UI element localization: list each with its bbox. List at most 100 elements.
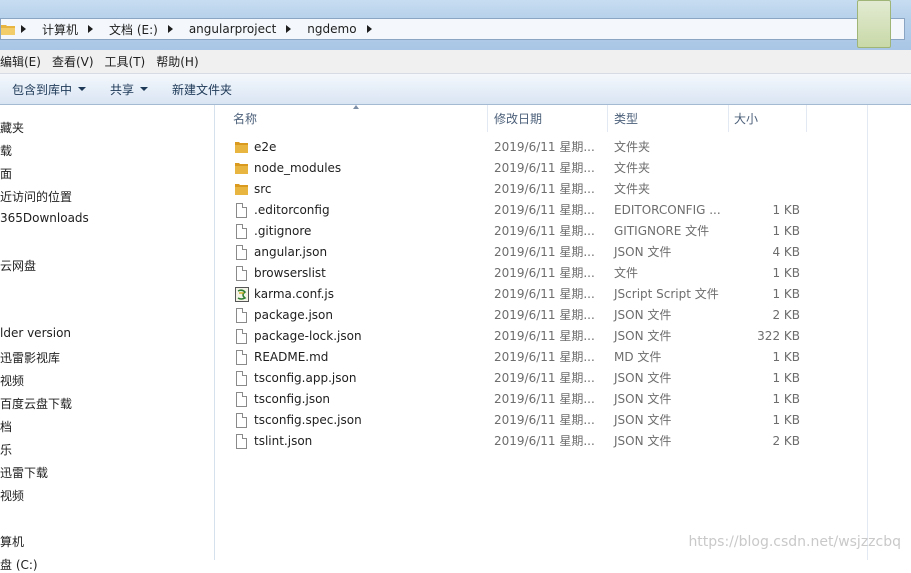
file-type: 文件 (614, 266, 639, 280)
file-list: 名称 修改日期 类型 大小 e2e 2019/6/11 星期... 文件夹 node_… (215, 105, 911, 560)
file-name: tslint.json (254, 434, 313, 448)
file-size (730, 179, 800, 200)
nav-item-documents[interactable]: 档 (0, 418, 12, 435)
file-row[interactable]: package.json 2019/6/11 星期... JSON 文件 2 KB (215, 305, 815, 326)
breadcrumb-separator[interactable] (361, 19, 384, 39)
file-row[interactable]: tslint.json 2019/6/11 星期... JSON 文件 2 KB (215, 431, 815, 452)
file-type: JSON 文件 (614, 392, 672, 406)
nav-item-365downloads[interactable]: 365Downloads (0, 211, 89, 225)
nav-item-drive-c[interactable]: 盘 (C:) (0, 556, 38, 573)
breadcrumb-computer[interactable]: 计算机 (38, 19, 82, 39)
file-icon (236, 413, 247, 428)
folder-icon (235, 141, 248, 156)
nav-item-videos[interactable]: 视频 (0, 487, 24, 504)
breadcrumb-separator[interactable] (82, 19, 105, 39)
column-divider[interactable] (487, 105, 488, 132)
file-date: 2019/6/11 星期... (494, 413, 595, 427)
file-date: 2019/6/11 星期... (494, 140, 595, 154)
folder-icon (235, 162, 248, 177)
file-date: 2019/6/11 星期... (494, 350, 595, 364)
file-size: 1 KB (772, 392, 800, 406)
file-date: 2019/6/11 星期... (494, 308, 595, 322)
include-in-library-button[interactable]: 包含到库中 (0, 74, 98, 104)
breadcrumb-drive-e[interactable]: 文档 (E:) (105, 19, 162, 39)
column-divider[interactable] (607, 105, 608, 132)
file-row[interactable]: .editorconfig 2019/6/11 星期... EDITORCONFIG… (215, 200, 815, 221)
dropdown-arrow-icon (140, 87, 149, 91)
folder-icon (1, 23, 15, 35)
file-date: 2019/6/11 星期... (494, 182, 595, 196)
column-header-date[interactable]: 修改日期 (490, 105, 607, 132)
file-row[interactable]: package-lock.json 2019/6/11 星期... JSON 文件 3… (215, 326, 815, 347)
nav-item-desktop[interactable]: 面 (0, 165, 12, 182)
new-folder-button[interactable]: 新建文件夹 (160, 74, 244, 104)
file-row[interactable]: e2e 2019/6/11 星期... 文件夹 (215, 137, 815, 158)
watermark: https://blog.csdn.net/wsjzzcbq (688, 534, 901, 550)
file-row[interactable]: src 2019/6/11 星期... 文件夹 (215, 179, 815, 200)
column-header-name[interactable]: 名称 (229, 105, 487, 132)
nav-item-xunlei-download[interactable]: 迅雷下载 (0, 464, 48, 481)
file-type: EDITORCONFIG ... (614, 203, 721, 217)
file-row[interactable]: .gitignore 2019/6/11 星期... GITIGNORE 文件 1 K… (215, 221, 815, 242)
breadcrumb-angularproject[interactable]: angularproject (185, 19, 280, 39)
nav-item-favorites[interactable]: 藏夹 (0, 119, 24, 136)
file-type: 文件夹 (614, 182, 651, 196)
file-type: MD 文件 (614, 350, 662, 364)
breadcrumb-separator[interactable] (280, 19, 303, 39)
file-type: 文件夹 (614, 140, 651, 154)
script-icon (235, 287, 249, 302)
file-name: node_modules (254, 161, 342, 175)
nav-item-xunlei-library[interactable]: 迅雷影视库 (0, 349, 60, 366)
column-header-size[interactable]: 大小 (730, 105, 806, 132)
breadcrumb-ngdemo[interactable]: ngdemo (303, 19, 360, 39)
file-row[interactable]: angular.json 2019/6/11 星期... JSON 文件 4 KB (215, 242, 815, 263)
nav-item-music[interactable]: 乐 (0, 441, 12, 458)
file-row[interactable]: tsconfig.app.json 2019/6/11 星期... JSON 文件 1… (215, 368, 815, 389)
nav-item-downloads[interactable]: 载 (0, 142, 12, 159)
file-size (730, 158, 800, 179)
file-icon (236, 203, 247, 218)
address-bar[interactable]: 计算机 文档 (E:) angularproject ngdemo (0, 18, 905, 40)
menu-edit[interactable]: 编辑(E) (0, 53, 47, 70)
column-header-type[interactable]: 类型 (610, 105, 728, 132)
file-row[interactable]: karma.conf.js 2019/6/11 星期... JScript Scri… (215, 284, 815, 305)
column-divider[interactable] (806, 105, 807, 132)
file-date: 2019/6/11 星期... (494, 392, 595, 406)
file-row[interactable]: node_modules 2019/6/11 星期... 文件夹 (215, 158, 815, 179)
dropdown-arrow-icon (78, 87, 87, 91)
file-date: 2019/6/11 星期... (494, 329, 595, 343)
file-row[interactable]: tsconfig.json 2019/6/11 星期... JSON 文件 1 KB (215, 389, 815, 410)
menu-tools[interactable]: 工具(T) (100, 53, 152, 70)
nav-item-computer[interactable]: 算机 (0, 533, 24, 550)
share-button[interactable]: 共享 (98, 74, 160, 104)
breadcrumb-separator[interactable] (15, 19, 38, 39)
menu-help[interactable]: 帮助(H) (151, 53, 204, 70)
column-divider[interactable] (728, 105, 729, 132)
window-titlebar: 计算机 文档 (E:) angularproject ngdemo (0, 0, 911, 50)
file-row[interactable]: tsconfig.spec.json 2019/6/11 星期... JSON 文件… (215, 410, 815, 431)
file-name: .editorconfig (254, 203, 330, 217)
menu-bar: 编辑(E) 查看(V) 工具(T) 帮助(H) (0, 50, 911, 74)
file-size: 1 KB (772, 266, 800, 280)
file-size: 2 KB (772, 308, 800, 322)
menu-view[interactable]: 查看(V) (47, 53, 100, 70)
nav-item-recent[interactable]: 近访问的位置 (0, 188, 72, 205)
file-row[interactable]: browserslist 2019/6/11 星期... 文件 1 KB (215, 263, 815, 284)
nav-item-cloud-disk[interactable]: 云网盘 (0, 257, 36, 274)
nav-item-video[interactable]: 视频 (0, 372, 24, 389)
file-type: JSON 文件 (614, 329, 672, 343)
file-name: README.md (254, 350, 329, 364)
file-type: GITIGNORE 文件 (614, 224, 710, 238)
breadcrumb-separator[interactable] (162, 19, 185, 39)
file-name: package-lock.json (254, 329, 362, 343)
file-row[interactable]: README.md 2019/6/11 星期... MD 文件 1 KB (215, 347, 815, 368)
file-icon (236, 245, 247, 260)
file-type: JSON 文件 (614, 434, 672, 448)
file-size: 1 KB (772, 287, 800, 301)
file-date: 2019/6/11 星期... (494, 371, 595, 385)
nav-item-baidu-download[interactable]: 百度云盘下载 (0, 395, 72, 412)
file-name: tsconfig.app.json (254, 371, 357, 385)
file-name: browserslist (254, 266, 326, 280)
nav-item-folder-version[interactable]: lder version (0, 326, 71, 340)
file-icon (236, 434, 247, 449)
